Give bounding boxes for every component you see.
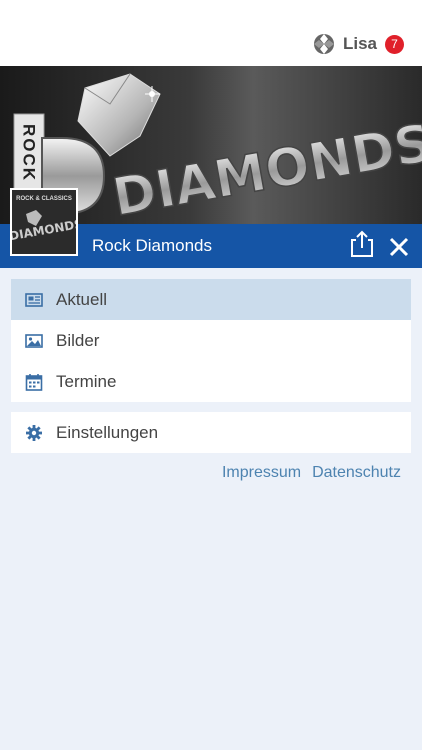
share-icon[interactable] bbox=[350, 230, 374, 258]
notification-badge[interactable]: 7 bbox=[385, 34, 404, 54]
gear-icon bbox=[26, 424, 42, 441]
datenschutz-link[interactable]: Datenschutz bbox=[312, 464, 401, 482]
menu-item-termine[interactable]: Termine bbox=[11, 361, 411, 402]
menu-label-aktuell: Aktuell bbox=[56, 289, 108, 309]
user-menu[interactable]: Lisa 7 bbox=[313, 33, 404, 55]
menu-item-einstellungen[interactable]: Einstellungen bbox=[11, 412, 411, 453]
close-icon[interactable] bbox=[388, 236, 410, 258]
album-art: ROCK & CLASSICS DIAMONDS bbox=[12, 190, 76, 254]
artist-title: Rock Diamonds bbox=[92, 236, 212, 255]
banner-diamonds-text: DIAMONDS bbox=[108, 113, 422, 224]
impressum-link[interactable]: Impressum bbox=[222, 464, 301, 482]
calendar-icon bbox=[25, 373, 43, 391]
menu-label-einstellungen: Einstellungen bbox=[56, 422, 159, 442]
top-bar: Lisa 7 bbox=[0, 0, 422, 66]
user-name[interactable]: Lisa bbox=[343, 34, 377, 54]
newspaper-icon bbox=[25, 292, 43, 307]
main-menu: Aktuell Bilder Termine bbox=[11, 279, 411, 402]
menu-item-bilder[interactable]: Bilder bbox=[11, 320, 411, 361]
footer-links: Impressum Datenschutz bbox=[222, 464, 401, 482]
menu-item-aktuell[interactable]: Aktuell bbox=[11, 279, 411, 320]
settings-menu: Einstellungen bbox=[11, 412, 411, 453]
menu-label-termine: Termine bbox=[56, 371, 117, 391]
app-logo-icon bbox=[313, 34, 334, 54]
menu-label-bilder: Bilder bbox=[56, 330, 100, 350]
image-icon bbox=[25, 333, 43, 348]
album-thumbnail: ROCK & CLASSICS DIAMONDS bbox=[10, 188, 78, 256]
thumb-top-text: ROCK & CLASSICS bbox=[16, 196, 72, 202]
banner-rock-text: ROCK bbox=[20, 124, 39, 182]
